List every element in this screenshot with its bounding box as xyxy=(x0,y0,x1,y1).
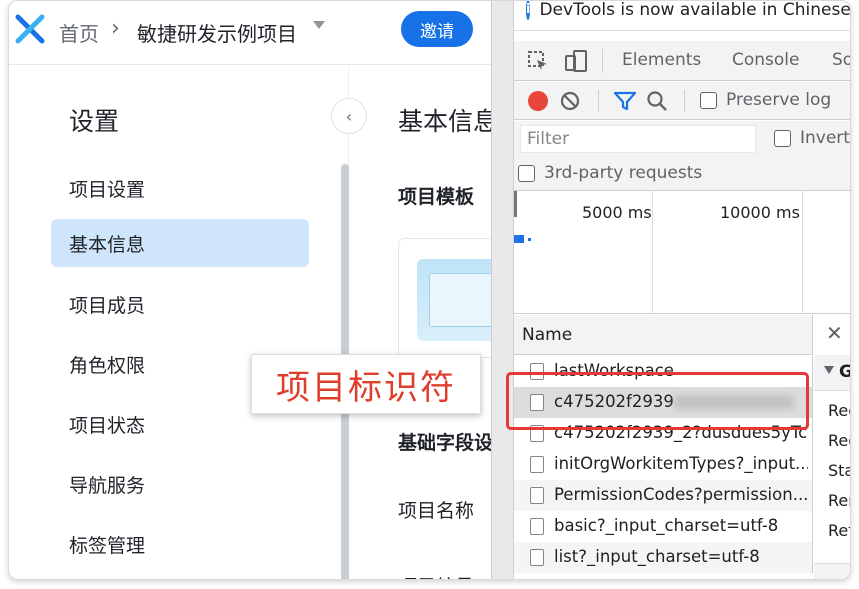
settings-title: 设置 xyxy=(69,107,120,136)
details-footer xyxy=(814,563,850,579)
details-item: Req xyxy=(828,401,850,420)
document-icon xyxy=(530,456,544,473)
sidebar-item-tags[interactable]: 标签管理 xyxy=(51,520,309,568)
devtools-main: i DevTools is now available in Chinese! … xyxy=(514,1,851,579)
tab-elements[interactable]: Elements xyxy=(622,50,701,70)
tab-sources[interactable]: Sources xyxy=(832,50,850,70)
invert-label: Invert xyxy=(800,128,850,148)
annotation-highlight-box xyxy=(506,372,809,430)
basic-fields-label: 基础字段设置 xyxy=(398,432,491,454)
timeline-marker xyxy=(514,191,517,217)
devtools-info-bar: i DevTools is now available in Chinese! xyxy=(514,1,851,31)
timeline-label-5000: 5000 ms xyxy=(582,203,652,222)
template-section-label: 项目模板 xyxy=(398,186,475,208)
chevron-left-icon: ‹ xyxy=(345,106,353,126)
tab-console[interactable]: Console xyxy=(732,50,800,70)
search-icon[interactable] xyxy=(646,90,668,112)
devtools-tabs: Elements Console Sources xyxy=(514,41,850,81)
network-toolbar: Preserve log xyxy=(514,82,850,120)
preserve-log-label: Preserve log xyxy=(726,90,832,110)
expand-arrow-icon xyxy=(824,366,834,374)
details-item: Req xyxy=(828,431,850,450)
third-party-label: 3rd-party requests xyxy=(544,163,703,183)
sidebar-item-project-settings[interactable]: 项目设置 xyxy=(51,164,309,212)
request-row[interactable]: list?_input_charset=utf-8 xyxy=(514,542,813,573)
request-name: list?_input_charset=utf-8 xyxy=(554,547,760,566)
toolbar-separator xyxy=(684,90,685,112)
sidebar-item-members[interactable]: 项目成员 xyxy=(51,280,309,328)
project-name-label: 项目名称 xyxy=(398,500,475,522)
sidebar-item-basic-info[interactable]: 基本信息 xyxy=(51,219,309,267)
sidebar-item-navigation[interactable]: 导航服务 xyxy=(51,460,309,508)
tab-separator xyxy=(602,49,603,73)
request-name: initOrgWorkitemTypes?_input... xyxy=(554,454,808,473)
info-text: DevTools is now available in Chinese! xyxy=(539,1,851,20)
name-column-header[interactable]: Name xyxy=(514,315,813,355)
timeline-bar xyxy=(528,238,531,241)
inspect-element-icon[interactable] xyxy=(526,49,550,73)
template-card[interactable] xyxy=(398,238,491,358)
timeline-bar xyxy=(514,235,524,243)
collapse-sidebar-button[interactable]: ‹ xyxy=(331,98,367,134)
identifier-annotation: 项目标识符 xyxy=(251,354,481,414)
record-button[interactable] xyxy=(528,91,548,111)
preserve-log-checkbox[interactable] xyxy=(700,92,717,109)
details-section-label: G xyxy=(839,362,850,382)
document-icon xyxy=(530,549,544,566)
request-details-pane: G Req Req Sta Ren Ref xyxy=(814,355,850,579)
invite-button[interactable]: 邀请 xyxy=(401,11,473,47)
device-toolbar-icon[interactable] xyxy=(564,49,588,73)
clear-icon[interactable] xyxy=(560,91,580,111)
top-bar: 首页 › 敏捷研发示例项目 邀请 xyxy=(9,1,491,65)
request-row[interactable]: basic?_input_charset=utf-8 xyxy=(514,511,813,542)
third-party-checkbox[interactable] xyxy=(518,165,535,182)
timeline-gridline xyxy=(652,191,653,314)
filter-icon[interactable] xyxy=(614,91,636,111)
third-party-row: 3rd-party requests xyxy=(514,157,850,191)
request-row[interactable]: PermissionCodes?permission... xyxy=(514,480,813,511)
invert-checkbox[interactable] xyxy=(774,130,791,147)
filter-row: Filter Invert xyxy=(514,121,850,157)
details-item: Ren xyxy=(828,491,850,510)
timeline-label-10000: 10000 ms xyxy=(720,203,800,222)
request-row[interactable]: initOrgWorkitemTypes?_input... xyxy=(514,449,813,480)
details-item: Ref xyxy=(828,521,850,540)
timeline-gridline xyxy=(802,191,803,314)
devtools-resize-strip[interactable] xyxy=(492,1,514,579)
details-section-header[interactable]: G xyxy=(814,355,850,391)
close-icon[interactable]: ✕ xyxy=(826,321,843,345)
breadcrumb-home[interactable]: 首页 xyxy=(59,18,99,47)
document-icon xyxy=(530,487,544,504)
window-frame: 首页 › 敏捷研发示例项目 邀请 设置 项目设置 基本信息 项目成员 角色权限 … xyxy=(8,0,851,580)
name-header-label: Name xyxy=(522,325,573,345)
toolbar-separator xyxy=(598,90,599,112)
info-icon: i xyxy=(526,1,531,20)
app-logo-icon[interactable] xyxy=(15,14,45,44)
content-area: 基本信息 项目模板 基础字段设置 项目名称 项目编号 xyxy=(350,66,491,579)
network-timeline[interactable]: 5000 ms 10000 ms xyxy=(514,191,850,314)
page-title: 基本信息 xyxy=(398,107,491,136)
request-name: basic?_input_charset=utf-8 xyxy=(554,516,779,535)
filter-input[interactable]: Filter xyxy=(520,125,756,153)
request-name: PermissionCodes?permission... xyxy=(554,485,808,504)
chevron-down-icon[interactable] xyxy=(313,21,325,29)
breadcrumb-separator: › xyxy=(111,16,120,41)
app-pane: 首页 › 敏捷研发示例项目 邀请 设置 项目设置 基本信息 项目成员 角色权限 … xyxy=(9,1,491,579)
template-thumbnail xyxy=(417,259,491,341)
details-item: Sta xyxy=(828,461,850,480)
project-code-label: 项目编号 xyxy=(398,572,474,579)
devtools-pane: i DevTools is now available in Chinese! … xyxy=(491,1,851,579)
settings-sidebar: 设置 项目设置 基本信息 项目成员 角色权限 项目状态 导航服务 标签管理 xyxy=(9,66,349,579)
breadcrumb-project[interactable]: 敏捷研发示例项目 xyxy=(137,18,297,47)
document-icon xyxy=(530,518,544,535)
